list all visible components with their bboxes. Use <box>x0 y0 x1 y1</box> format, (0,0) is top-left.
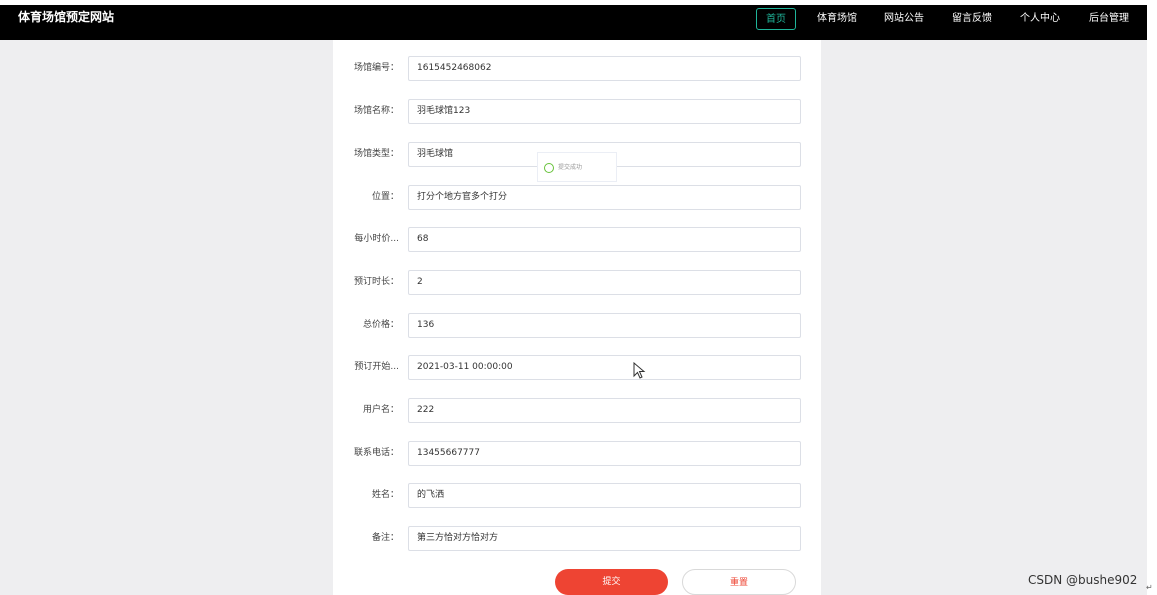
form-row-venue-name: 场馆名称： 羽毛球馆123 <box>333 99 821 124</box>
venue-id-input[interactable]: 1615452468062 <box>408 56 801 81</box>
form-row-location: 位置： 打分个地方官多个打分 <box>333 185 821 210</box>
site-title[interactable]: 体育场馆预定网站 <box>18 8 114 25</box>
field-label: 位置： <box>371 192 399 202</box>
nav-item-profile[interactable]: 个人中心 <box>1011 8 1069 30</box>
form-row-venue-id: 场馆编号： 1615452468062 <box>333 56 821 81</box>
form-row-total-price: 总价格： 136 <box>333 313 821 338</box>
nav-item-feedback[interactable]: 留言反馈 <box>943 8 1001 30</box>
watermark-text: CSDN @bushe902 <box>1028 573 1138 587</box>
duration-input[interactable]: 2 <box>408 270 801 295</box>
field-label: 预订开始... <box>354 362 399 372</box>
username-input[interactable]: 222 <box>408 398 801 423</box>
field-label: 姓名： <box>371 490 399 500</box>
field-label: 场馆类型： <box>353 149 399 159</box>
venue-name-input[interactable]: 羽毛球馆123 <box>408 99 801 124</box>
field-label: 场馆编号： <box>353 63 399 73</box>
field-label: 总价格： <box>362 320 399 330</box>
right-edge-strip <box>1147 0 1157 595</box>
form-row-duration: 预订时长： 2 <box>333 270 821 295</box>
start-time-input[interactable]: 2021-03-11 00:00:00 <box>408 355 801 380</box>
form-row-phone: 联系电话： 13455667777 <box>333 441 821 466</box>
nav-item-admin[interactable]: 后台管理 <box>1080 8 1138 30</box>
toast-message: 提交成功 <box>537 152 617 182</box>
app-window: 体育场馆预定网站 首页 体育场馆 网站公告 留言反馈 个人中心 后台管理 场馆编… <box>0 0 1157 595</box>
form-row-hourly-price: 每小时价... 68 <box>333 227 821 252</box>
field-label: 备注： <box>371 533 399 543</box>
field-label: 联系电话： <box>353 448 399 458</box>
top-navbar: 体育场馆预定网站 首页 体育场馆 网站公告 留言反馈 个人中心 后台管理 <box>0 5 1147 40</box>
form-row-remark: 备注： 第三方恰对方恰对方 <box>333 526 821 551</box>
location-input[interactable]: 打分个地方官多个打分 <box>408 185 801 210</box>
nav-item-venues[interactable]: 体育场馆 <box>808 8 866 30</box>
field-label: 预订时长： <box>353 277 399 287</box>
mouse-pointer-icon <box>633 362 646 379</box>
submit-button[interactable]: 提交 <box>555 569 668 595</box>
reset-button[interactable]: 重置 <box>682 569 796 595</box>
form-row-start-time: 预订开始... 2021-03-11 00:00:00 <box>333 355 821 380</box>
form-row-username: 用户名： 222 <box>333 398 821 423</box>
toast-text: 提交成功 <box>558 164 583 171</box>
success-circle-icon <box>544 162 554 173</box>
nav-item-notices[interactable]: 网站公告 <box>875 8 933 30</box>
hourly-price-input[interactable]: 68 <box>408 227 801 252</box>
field-label: 场馆名称： <box>353 106 399 116</box>
field-label: 每小时价... <box>354 234 399 244</box>
nav-item-home[interactable]: 首页 <box>756 8 796 30</box>
return-mark: ↵ <box>1146 583 1153 592</box>
remark-input[interactable]: 第三方恰对方恰对方 <box>408 526 801 551</box>
field-label: 用户名： <box>362 405 399 415</box>
form-row-name: 姓名： 的飞洒 <box>333 483 821 508</box>
phone-input[interactable]: 13455667777 <box>408 441 801 466</box>
total-price-input[interactable]: 136 <box>408 313 801 338</box>
name-input[interactable]: 的飞洒 <box>408 483 801 508</box>
